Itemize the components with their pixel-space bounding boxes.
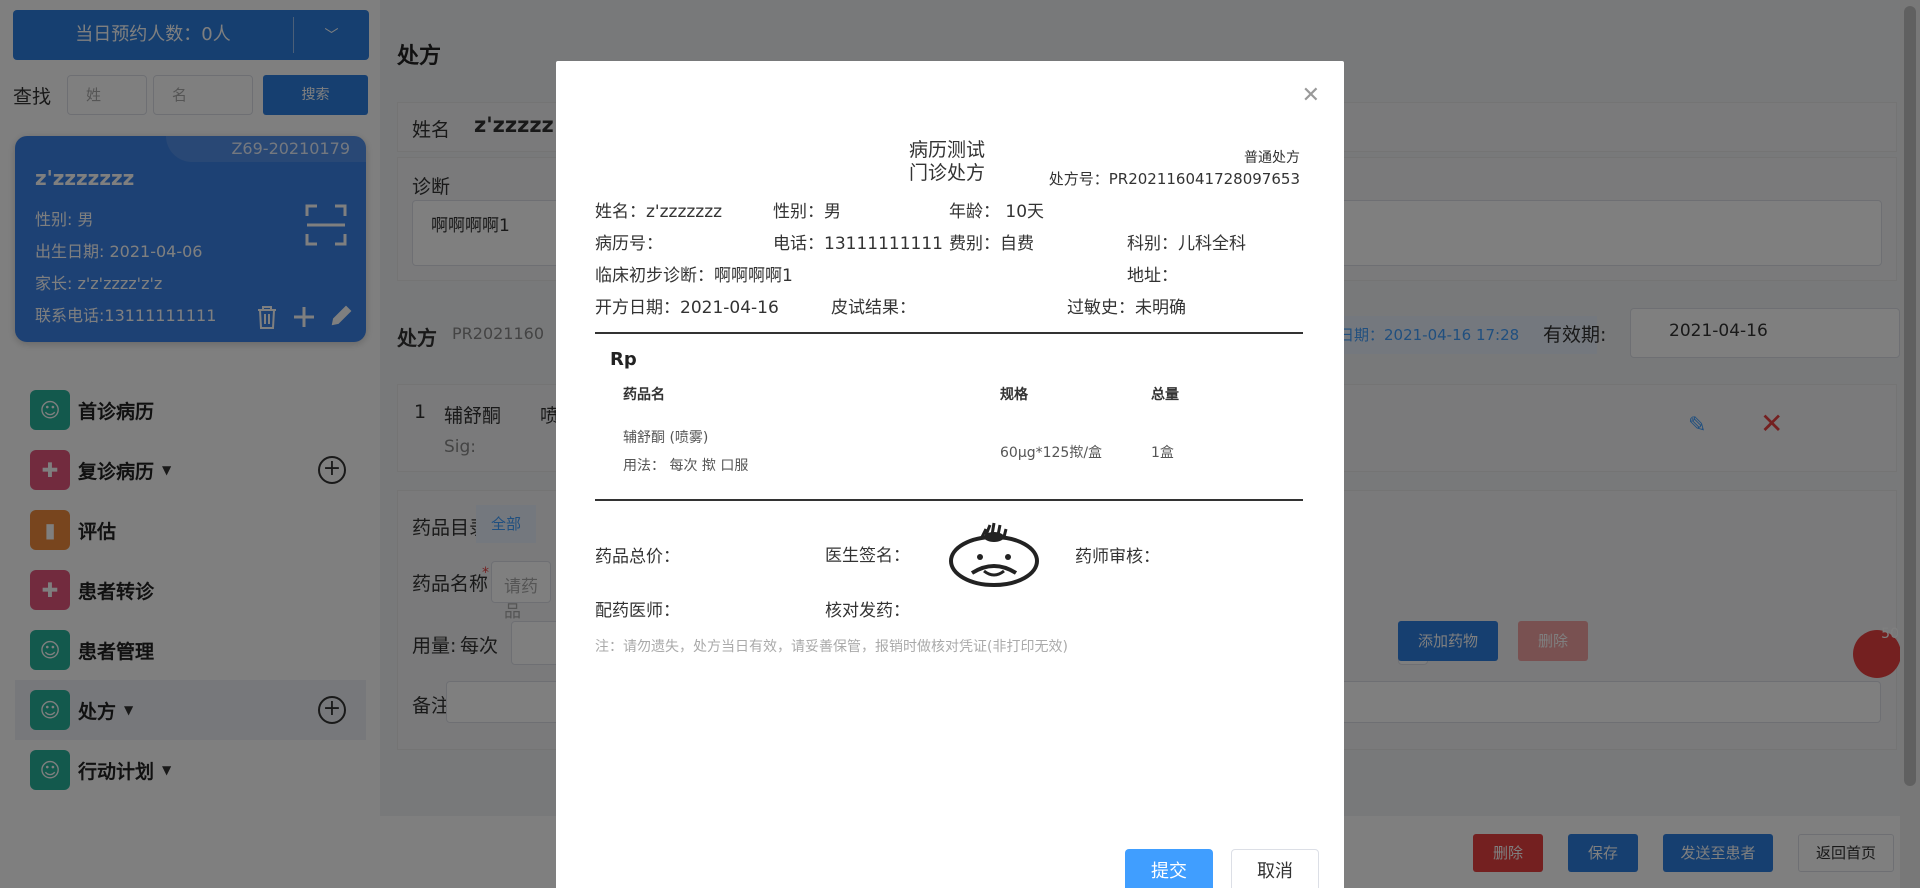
- column-spec: 规格: [1000, 387, 1028, 403]
- signature-image: [949, 522, 1039, 587]
- prescription-type: 普通处方: [1244, 150, 1300, 166]
- cancel-button[interactable]: 取消: [1231, 849, 1319, 888]
- department: 科别：儿科全科: [1127, 234, 1246, 254]
- skin-test-result: 皮试结果：: [831, 298, 916, 318]
- drug-quantity: 1盒: [1151, 445, 1174, 461]
- total-price: 药品总价：: [595, 547, 680, 567]
- column-quantity: 总量: [1151, 387, 1179, 403]
- prescription-date: 开方日期：2021-04-16: [595, 298, 779, 318]
- close-icon[interactable]: ✕: [1302, 83, 1320, 108]
- column-drug-name: 药品名: [623, 387, 665, 403]
- patient-phone: 电话：13111111111: [773, 234, 943, 254]
- dispensing-doctor: 配药医师：: [595, 601, 680, 621]
- patient-gender: 性别：男: [773, 202, 841, 222]
- hospital-name: 病历测试 门诊处方: [909, 139, 1059, 185]
- rp-heading: Rp: [610, 349, 637, 370]
- patient-age: 年龄： 10天: [949, 202, 1045, 222]
- drug-usage: 用法： 每次 揿 口服: [623, 458, 749, 474]
- drug-name: 辅舒酮 (喷雾): [623, 430, 709, 446]
- allergy-history: 过敏史：未明确: [1067, 298, 1186, 318]
- divider: [595, 499, 1303, 501]
- prescription-number: 处方号：PR202116041728097653: [1048, 170, 1300, 188]
- pharmacist-review: 药师审核：: [1075, 547, 1160, 567]
- hospital-title: 病历测试: [909, 139, 986, 161]
- drug-spec: 60μg*125揿/盒: [1000, 445, 1103, 461]
- address: 地址：: [1127, 266, 1178, 286]
- prescription-modal: ✕ 病历测试 门诊处方 普通处方 处方号：PR20211604172809765…: [556, 61, 1344, 888]
- fee-type: 费别：自费: [949, 234, 1034, 254]
- patient-name: 姓名：z'zzzzzzz: [595, 202, 723, 222]
- prescription-note: 注：请勿遗失，处方当日有效，请妥善保管，报销时做核对凭证(非打印无效): [595, 639, 1068, 655]
- clinic-title: 门诊处方: [909, 162, 986, 184]
- divider: [595, 332, 1303, 334]
- clinical-diagnosis: 临床初步诊断：啊啊啊啊1: [595, 266, 793, 286]
- record-number: 病历号：: [595, 234, 663, 254]
- verify-dispense: 核对发药：: [825, 601, 910, 621]
- doctor-signature-label: 医生签名：: [825, 546, 910, 566]
- submit-button[interactable]: 提交: [1125, 849, 1213, 888]
